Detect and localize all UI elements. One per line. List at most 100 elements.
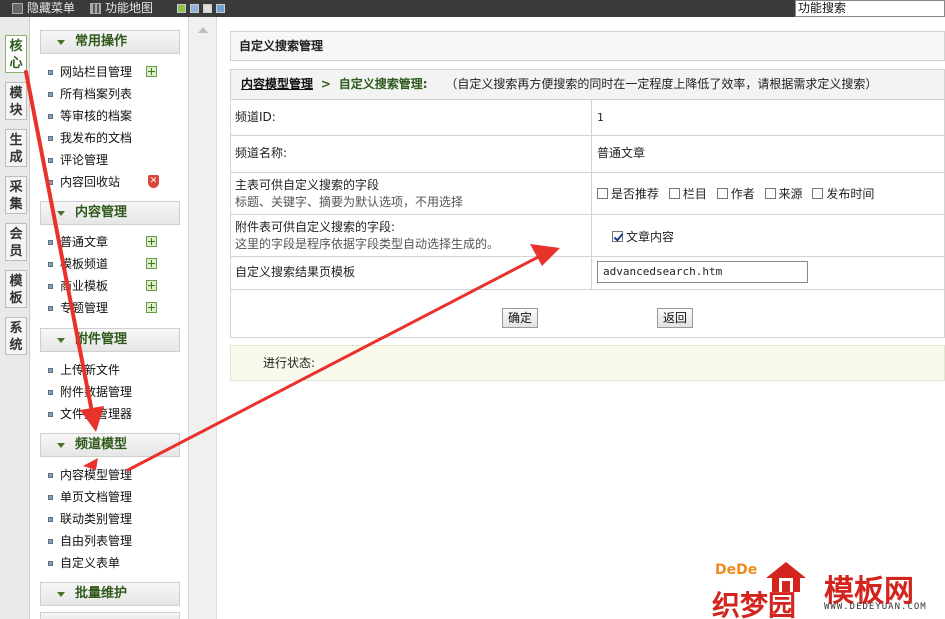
menu-item-template-channel[interactable]: 模板频道	[47, 255, 108, 273]
menu-item-label: 联动类别管理	[60, 512, 133, 526]
menu-item-topics[interactable]: 专题管理	[47, 299, 108, 317]
confirm-button[interactable]: 确定	[502, 308, 539, 328]
tab-module[interactable]: 模块	[5, 82, 27, 120]
scroll-gutter[interactable]	[189, 17, 217, 619]
menu-item-label: 我发布的文档	[60, 131, 133, 145]
hide-menu-button[interactable]: 隐藏菜单	[12, 1, 75, 16]
menu-item-label: 商业模板	[60, 279, 109, 293]
section-title: 常用操作	[75, 34, 128, 49]
bullet-icon	[48, 262, 53, 267]
menu-item-single-page[interactable]: 单页文档管理	[47, 488, 132, 506]
tab-template[interactable]: 模板	[5, 270, 27, 308]
checkbox-label: 发布时间	[826, 187, 875, 201]
bullet-icon	[48, 495, 53, 500]
section-content-management[interactable]: 内容管理	[40, 201, 180, 225]
tab-system[interactable]: 系统	[5, 317, 27, 355]
back-button[interactable]: 返回	[657, 308, 694, 328]
menu-item-label: 所有档案列表	[60, 87, 133, 101]
page-title: 自定义搜索管理	[230, 31, 945, 61]
tab-core[interactable]: 核心	[5, 35, 27, 73]
bullet-icon	[48, 240, 53, 245]
main-fields-options: 是否推荐 栏目 作者 来源 发布时间	[597, 173, 880, 214]
breadcrumb-separator: >	[320, 77, 331, 91]
menu-item-label: 专题管理	[60, 301, 109, 315]
bullet-icon	[48, 136, 53, 141]
menu-item-linkage-category[interactable]: 联动类别管理	[47, 510, 132, 528]
menu-item-upload-file[interactable]: 上传新文件	[47, 361, 120, 379]
menu-item-business-template[interactable]: 商业模板	[47, 277, 108, 295]
chevron-down-icon	[57, 338, 65, 343]
breadcrumb-note: （自定义搜索再方便搜索的同时在一定程度上降低了效率，请根据需求定义搜索）	[445, 77, 878, 91]
menu-item-normal-article[interactable]: 普通文章	[47, 233, 108, 251]
add-icon[interactable]	[146, 236, 157, 247]
function-search-input[interactable]: 功能搜索	[795, 0, 945, 17]
section-batch-maintenance[interactable]: 批量维护	[40, 582, 180, 606]
shield-icon[interactable]: ✕	[148, 175, 159, 188]
menu-item-label: 模板频道	[60, 257, 109, 271]
menu-item-free-list[interactable]: 自由列表管理	[47, 532, 132, 550]
watermark-brand-cn-left: 织梦园	[712, 589, 797, 619]
addon-fields-label-block: 附件表可供自定义搜索的字段: 这里的字段是程序依据字段类型自动选择生成的。	[231, 215, 592, 256]
menu-item-pending-archives[interactable]: 等审核的档案	[47, 107, 132, 125]
menu-item-label: 内容模型管理	[60, 468, 133, 482]
progress-status: 进行状态:	[230, 345, 945, 381]
row-addon-fields: 附件表可供自定义搜索的字段: 这里的字段是程序依据字段类型自动选择生成的。 文章…	[230, 215, 945, 257]
site-map-button[interactable]: 功能地图	[90, 1, 153, 16]
tab-member[interactable]: 会员	[5, 223, 27, 261]
menu-item-label: 内容回收站	[60, 175, 121, 189]
bullet-icon	[48, 412, 53, 417]
checkbox-recommend[interactable]	[597, 188, 608, 199]
addon-fields-label: 附件表可供自定义搜索的字段:	[235, 220, 396, 234]
menu-item-site-columns[interactable]: 网站栏目管理	[47, 63, 132, 81]
theme-green-button[interactable]	[177, 4, 186, 13]
bullet-icon	[48, 114, 53, 119]
section-attachment-management[interactable]: 附件管理	[40, 328, 180, 352]
channel-id-value: 1	[597, 111, 604, 124]
site-map-label: 功能地图	[105, 1, 154, 15]
watermark-logo: DeDe 织梦园 模板网 WWW.DEDEYUAN.COM	[712, 558, 942, 619]
template-input[interactable]: advancedsearch.htm	[597, 261, 808, 283]
menu-item-comments[interactable]: 评论管理	[47, 151, 108, 169]
checkbox-source[interactable]	[764, 188, 776, 199]
menu-item-my-documents[interactable]: 我发布的文档	[47, 129, 132, 147]
section-channel-model[interactable]: 频道模型	[40, 433, 180, 457]
top-bar: 隐藏菜单 功能地图 功能搜索	[0, 0, 945, 17]
row-channel-id: 频道ID: 1	[230, 99, 945, 136]
menu-item-custom-form[interactable]: 自定义表单	[47, 554, 120, 572]
add-icon[interactable]	[146, 280, 157, 291]
menu-item-attachment-data[interactable]: 附件数据管理	[47, 383, 132, 401]
channel-name-value: 普通文章	[597, 146, 646, 160]
menu-item-label: 附件数据管理	[60, 385, 133, 399]
main-fields-label: 主表可供自定义搜索的字段	[235, 178, 380, 192]
addon-fields-options: 文章内容	[612, 215, 680, 256]
menu-item-file-manager[interactable]: 文件式管理器	[47, 405, 132, 423]
breadcrumb-link-content-model[interactable]: 内容模型管理	[241, 77, 313, 91]
section-collapsed-next[interactable]	[40, 612, 180, 619]
bullet-icon	[48, 306, 53, 311]
menu-item-recycle-bin[interactable]: 内容回收站	[47, 173, 120, 191]
theme-gray-button[interactable]	[203, 4, 212, 13]
main-fields-hint: 标题、关键字、摘要为默认选项，不用选择	[235, 195, 464, 209]
channel-name-label: 频道名称:	[231, 136, 592, 172]
bullet-icon	[48, 92, 53, 97]
add-icon[interactable]	[146, 66, 157, 77]
theme-dark-blue-button[interactable]	[216, 4, 225, 13]
theme-blue-button[interactable]	[190, 4, 199, 13]
menu-item-label: 普通文章	[60, 235, 109, 249]
tab-generate[interactable]: 生成	[5, 129, 27, 167]
section-common-ops[interactable]: 常用操作	[40, 30, 180, 54]
menu-item-label: 上传新文件	[60, 363, 121, 377]
checkbox-article-content[interactable]	[612, 231, 623, 242]
chevron-down-icon	[57, 211, 65, 216]
checkbox-column[interactable]	[668, 188, 680, 199]
section-title: 内容管理	[75, 205, 128, 220]
menu-item-label: 自由列表管理	[60, 534, 133, 548]
scroll-up-icon[interactable]	[198, 27, 208, 33]
add-icon[interactable]	[146, 302, 157, 313]
menu-item-content-model[interactable]: 内容模型管理	[47, 466, 132, 484]
tab-collect[interactable]: 采集	[5, 176, 27, 214]
checkbox-author[interactable]	[716, 188, 728, 199]
menu-item-all-archives[interactable]: 所有档案列表	[47, 85, 132, 103]
add-icon[interactable]	[146, 258, 157, 269]
checkbox-publish-time[interactable]	[812, 188, 824, 199]
